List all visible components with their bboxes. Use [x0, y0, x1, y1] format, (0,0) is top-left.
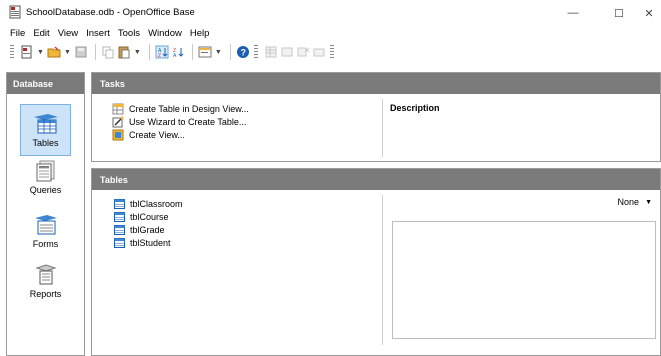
menu-edit[interactable]: Edit	[33, 28, 49, 39]
design-view-icon	[112, 103, 124, 115]
tables-header: Tables	[92, 169, 660, 190]
db-item-reports-label: Reports	[29, 289, 62, 299]
db-item-queries-label: Queries	[29, 185, 62, 195]
database-panel-header: Database	[7, 73, 84, 94]
db-item-forms-label: Forms	[32, 239, 59, 249]
minimize-button[interactable]: —	[558, 3, 588, 23]
new-dropdown-icon[interactable]: ▼	[37, 49, 44, 56]
preview-area	[392, 221, 656, 339]
table-icon	[114, 225, 125, 235]
db-item-reports[interactable]: Reports	[7, 262, 84, 299]
table-icon	[114, 212, 125, 222]
tables-icon	[33, 113, 58, 133]
db-item-tables-label: Tables	[32, 137, 59, 148]
reports-icon	[34, 264, 57, 285]
sort-ascending-icon[interactable]: AZ	[155, 43, 169, 61]
paste-icon[interactable]	[117, 43, 131, 61]
table-name: tblGrade	[130, 225, 165, 235]
menu-view[interactable]: View	[58, 28, 78, 39]
window-title: SchoolDatabase.odb - OpenOffice Base	[26, 7, 195, 18]
toolbar-grip[interactable]	[253, 45, 258, 59]
chevron-down-icon: ▼	[645, 198, 652, 206]
database-panel: Database Tables Queries Forms Reports	[6, 72, 85, 356]
task-create-view[interactable]: Create View...	[112, 129, 185, 141]
tasks-panel: Tasks Create Table in Design View... Use…	[91, 72, 661, 162]
table-list-item[interactable]: tblStudent	[114, 238, 171, 248]
tables-divider	[382, 195, 383, 345]
open-dropdown-icon[interactable]: ▼	[64, 49, 71, 56]
toolbar-separator	[94, 44, 96, 60]
title-bar: SchoolDatabase.odb - OpenOffice Base — ☐…	[0, 0, 661, 26]
openoffice-base-icon	[9, 5, 22, 19]
create-view-icon	[112, 129, 124, 141]
menu-bar: File Edit View Insert Tools Window Help	[0, 26, 661, 40]
help-icon[interactable]: ?	[236, 43, 250, 61]
task-use-wizard[interactable]: Use Wizard to Create Table...	[112, 116, 246, 128]
copy-icon[interactable]	[101, 43, 115, 61]
paste-dropdown-icon[interactable]: ▼	[134, 49, 141, 56]
description-label: Description	[390, 103, 440, 113]
toolbar-grip[interactable]	[329, 45, 334, 59]
preview-mode-select[interactable]: None ▼	[618, 197, 652, 207]
disabled-view-icon	[280, 43, 294, 61]
tasks-header: Tasks	[92, 73, 660, 94]
close-button[interactable]: ✕	[637, 3, 661, 23]
db-item-forms[interactable]: Forms	[7, 214, 84, 249]
toolbar-separator	[229, 44, 231, 60]
preview-mode-value: None	[617, 197, 640, 207]
svg-text:A: A	[173, 53, 177, 59]
tasks-divider	[382, 99, 383, 157]
save-icon[interactable]	[74, 43, 88, 61]
new-document-icon[interactable]	[20, 43, 34, 61]
task-create-table-design[interactable]: Create Table in Design View...	[112, 103, 249, 115]
menu-file[interactable]: File	[10, 28, 25, 39]
standard-toolbar: ▼ ▼ ▼ AZ ZA ▼ ?	[0, 40, 661, 64]
menu-help[interactable]: Help	[190, 28, 210, 39]
task-create-view-label: Create View...	[129, 130, 185, 140]
sort-descending-icon[interactable]: ZA	[171, 43, 185, 61]
forms-icon	[34, 215, 57, 235]
toolbar-separator	[191, 44, 193, 60]
toolbar-separator	[148, 44, 150, 60]
table-list-item[interactable]: tblCourse	[114, 212, 169, 222]
table-name: tblCourse	[130, 212, 169, 222]
table-list-item[interactable]: tblGrade	[114, 225, 165, 235]
tables-panel: Tables tblClassroom tblCourse tblGrade t…	[91, 168, 661, 356]
table-icon	[114, 199, 125, 209]
disabled-rename-icon	[312, 43, 326, 61]
menu-tools[interactable]: Tools	[118, 28, 140, 39]
svg-text:?: ?	[240, 48, 246, 58]
wizard-icon	[112, 116, 124, 128]
table-name: tblStudent	[130, 238, 171, 248]
task-create-table-design-label: Create Table in Design View...	[129, 104, 249, 114]
table-icon	[114, 238, 125, 248]
menu-window[interactable]: Window	[148, 28, 182, 39]
database-window: Database Tables Queries Forms Reports Ta…	[0, 64, 661, 356]
form-dropdown-icon[interactable]: ▼	[215, 49, 222, 56]
db-item-tables[interactable]: Tables	[7, 104, 84, 156]
queries-icon	[36, 160, 54, 182]
table-name: tblClassroom	[130, 199, 183, 209]
open-folder-icon[interactable]	[47, 43, 61, 61]
disabled-table-icon	[264, 43, 278, 61]
svg-text:Z: Z	[158, 53, 161, 59]
maximize-button[interactable]: ☐	[604, 3, 634, 23]
toolbar-grip[interactable]	[10, 45, 14, 59]
tables-selection[interactable]: Tables	[20, 104, 71, 156]
menu-insert[interactable]: Insert	[86, 28, 110, 39]
db-item-queries[interactable]: Queries	[7, 160, 84, 195]
form-icon[interactable]	[198, 43, 212, 61]
disabled-delete-icon	[296, 43, 310, 61]
task-use-wizard-label: Use Wizard to Create Table...	[129, 117, 247, 127]
table-list-item[interactable]: tblClassroom	[114, 199, 183, 209]
